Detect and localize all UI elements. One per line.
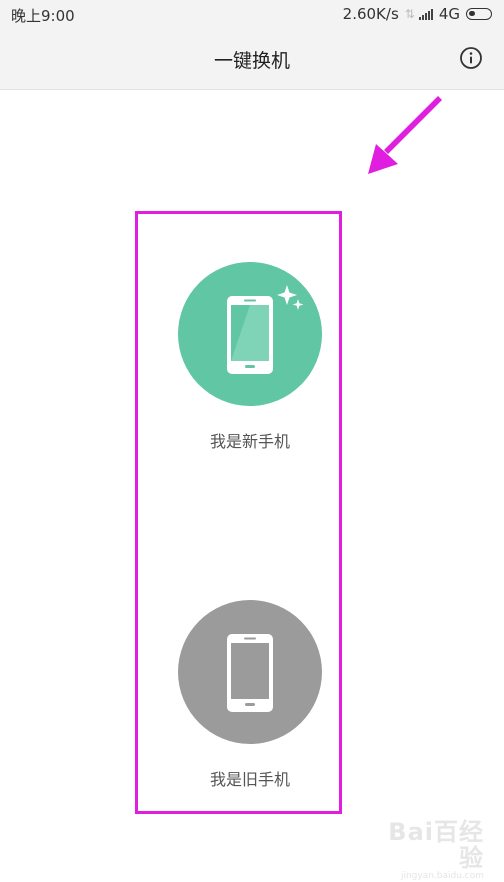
status-bar: 晚上9:00 2.60K/s ⇅ 4G	[0, 0, 504, 28]
data-arrows-icon: ⇅	[404, 7, 415, 21]
network-type: 4G	[438, 5, 460, 23]
new-phone-option[interactable]: 我是新手机	[178, 262, 322, 452]
status-right-group: 2.60K/s ⇅ 4G	[343, 5, 492, 23]
watermark-url: jingyan.baidu.com	[400, 871, 484, 881]
signal-icon	[418, 8, 433, 20]
title-bar: 一键换机	[0, 28, 504, 90]
old-phone-circle[interactable]	[178, 600, 322, 744]
phone-icon	[227, 634, 273, 712]
annotation-arrow-icon	[368, 96, 442, 174]
old-phone-label: 我是旧手机	[209, 770, 290, 789]
watermark-logo: Bai百经验	[388, 818, 484, 872]
baidu-jingyan-watermark: Bai百经验 jingyan.baidu.com	[372, 819, 484, 881]
new-phone-label: 我是新手机	[209, 432, 290, 451]
page-title: 一键换机	[213, 50, 290, 72]
phone-sparkle-icon	[227, 285, 304, 374]
old-phone-option[interactable]: 我是旧手机	[178, 600, 322, 790]
new-phone-circle[interactable]	[178, 262, 322, 406]
status-time: 晚上9:00	[11, 7, 75, 25]
network-speed: 2.60K/s	[342, 5, 399, 23]
battery-icon	[466, 8, 492, 20]
info-circle-icon[interactable]	[459, 46, 483, 70]
